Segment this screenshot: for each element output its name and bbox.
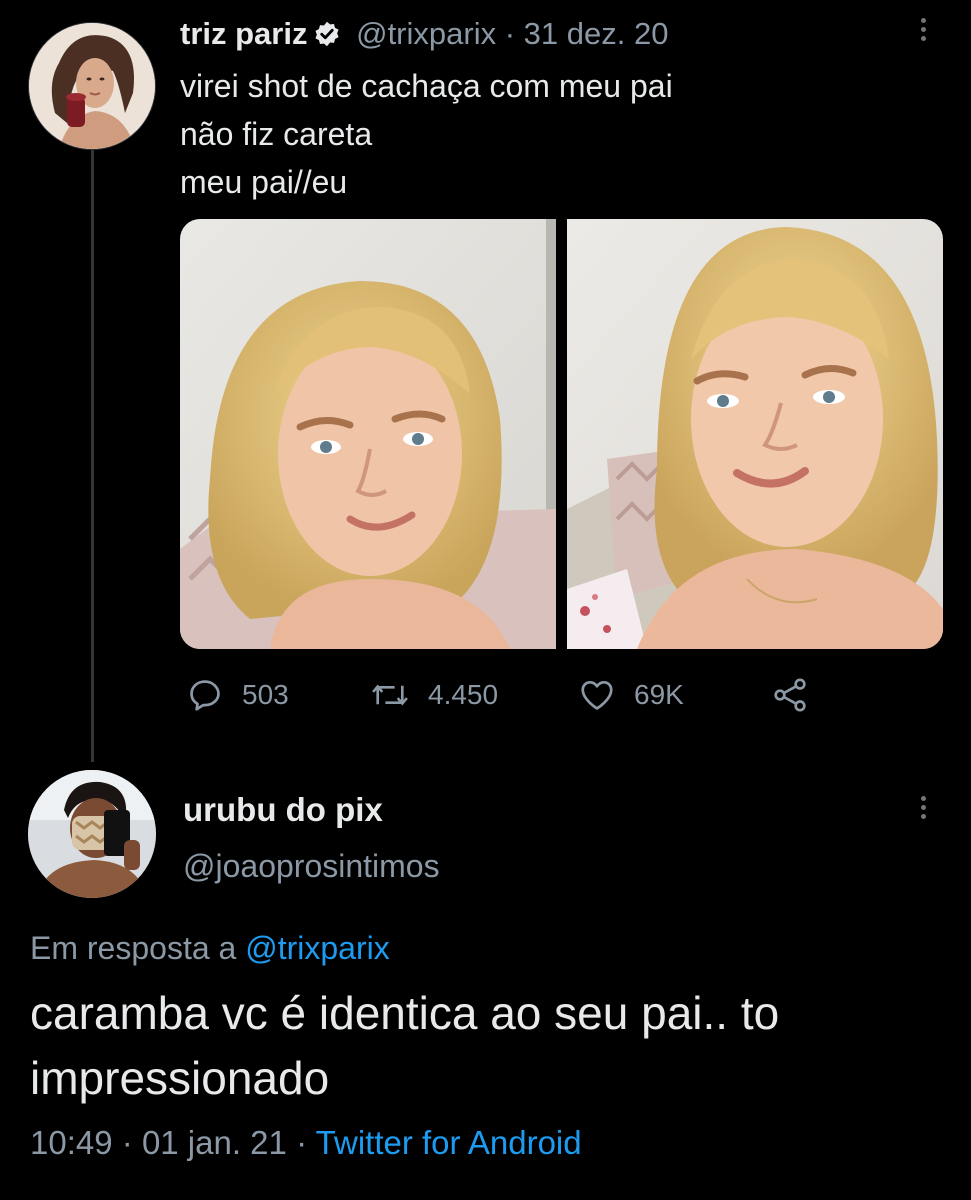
reply-author-name[interactable]: urubu do pix [183, 790, 383, 830]
reply-text: caramba vc é identica ao seu pai.. to im… [30, 987, 780, 1104]
retweet-count: 4.450 [428, 679, 499, 710]
reply-time[interactable]: 10:49 [30, 1124, 113, 1161]
more-options-icon[interactable] [912, 18, 934, 52]
tweet-text: virei shot de cachaça com meu pai não fi… [180, 62, 673, 206]
tweet-source[interactable]: Twitter for Android [316, 1124, 582, 1161]
photo-image [567, 219, 943, 649]
tweet-text-line: meu pai//eu [180, 164, 348, 200]
meta-separator: · [296, 1124, 308, 1161]
heart-icon [581, 680, 613, 710]
header-separator: · [504, 16, 516, 51]
tweet-header: triz pariz @trixparix · 31 dez. 20 [180, 14, 668, 54]
reply-author-handle[interactable]: @joaoprosintimos [183, 846, 440, 886]
like-count: 69K [634, 679, 684, 710]
reply-metadata: 10:49 · 01 jan. 21 · Twitter for Android [30, 1120, 582, 1166]
reply-author-avatar[interactable] [28, 770, 156, 898]
retweet-button[interactable]: 4.450 [370, 672, 498, 718]
replying-to: Em resposta a @trixparix [30, 926, 390, 970]
meta-separator: · [121, 1124, 133, 1161]
reply-button[interactable]: 503 [186, 672, 289, 718]
author-name[interactable]: triz pariz [180, 16, 307, 51]
like-button[interactable]: 69K [578, 672, 684, 718]
reply-date[interactable]: 01 jan. 21 [142, 1124, 287, 1161]
author-avatar[interactable] [28, 22, 156, 150]
author-handle[interactable]: @trixparix [356, 16, 496, 51]
avatar-photo [28, 770, 156, 898]
retweet-icon [372, 684, 408, 706]
more-options-icon[interactable] [912, 796, 934, 830]
tweet-text-line: não fiz careta [180, 116, 373, 152]
tweet-photo-2[interactable] [567, 219, 943, 649]
thread-line [91, 150, 94, 762]
verified-badge-icon [315, 21, 340, 47]
replying-to-handle[interactable]: @trixparix [245, 930, 390, 966]
tweet-photo-1[interactable] [180, 219, 556, 649]
reply-count: 503 [242, 679, 289, 710]
replying-to-label: Em resposta a [30, 930, 237, 966]
avatar-photo [29, 23, 155, 149]
tweet-date[interactable]: 31 dez. 20 [524, 16, 669, 51]
share-button[interactable] [770, 672, 828, 718]
reply-icon [190, 680, 220, 711]
photo-image [180, 219, 556, 649]
share-icon [774, 678, 806, 712]
tweet-text-line: virei shot de cachaça com meu pai [180, 68, 673, 104]
